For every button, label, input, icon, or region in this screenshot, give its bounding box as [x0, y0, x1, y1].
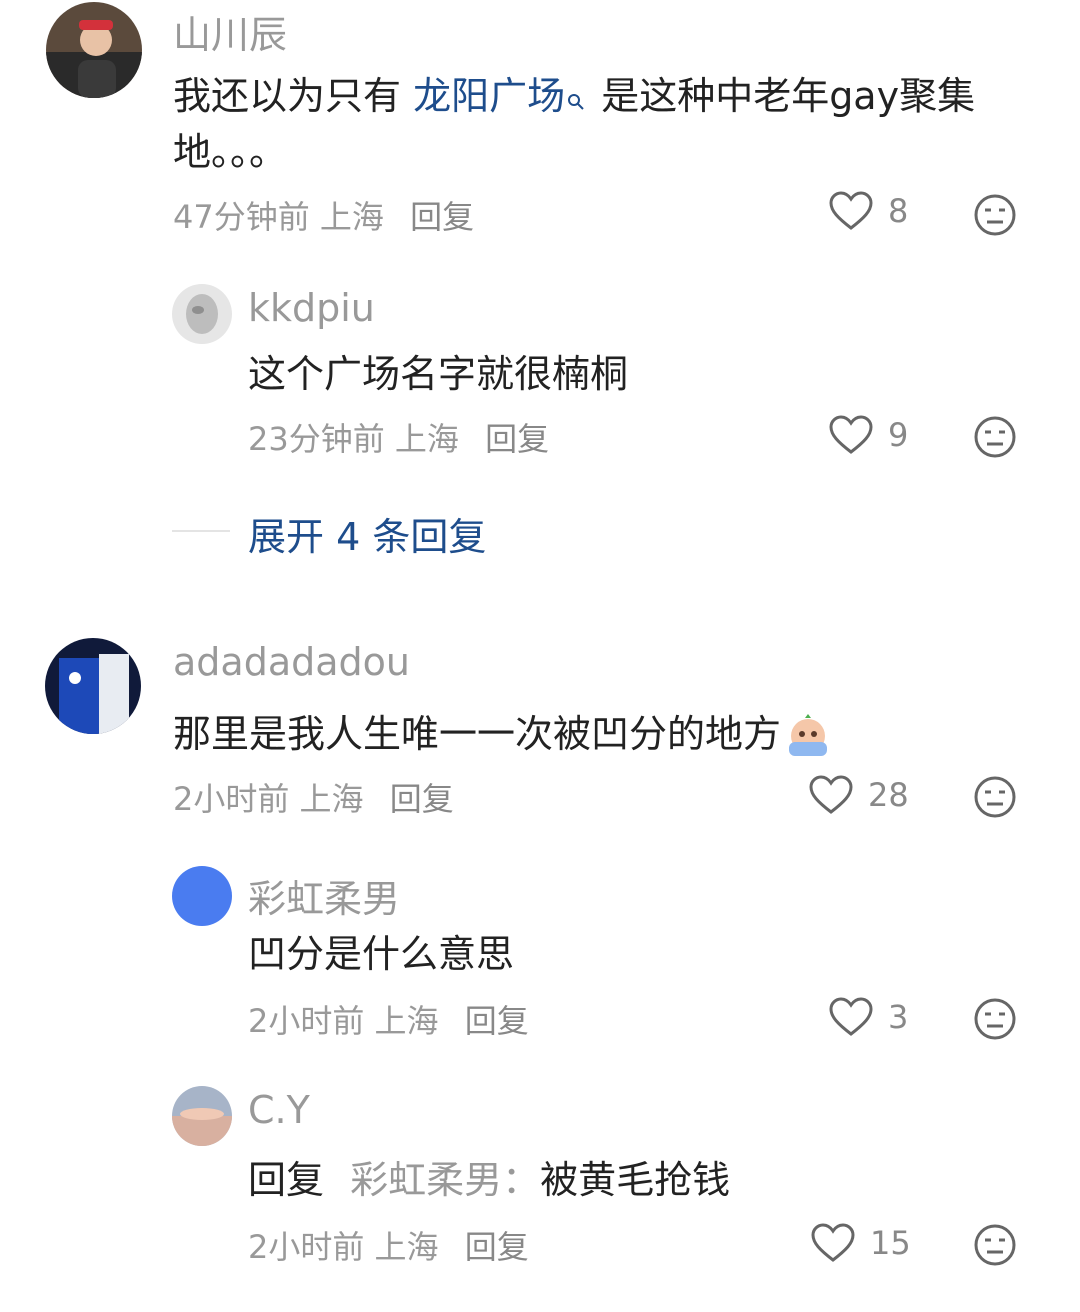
- like-button[interactable]: 9: [828, 414, 908, 456]
- crying-emoji-icon: [783, 713, 833, 760]
- comment-text-part: 我还以为只有: [173, 74, 414, 118]
- reply-button[interactable]: 回复: [390, 780, 454, 818]
- comment-username[interactable]: 彩虹柔男: [248, 868, 400, 923]
- like-count: 15: [870, 1224, 911, 1262]
- comment-time: 47分钟前: [173, 198, 310, 236]
- comment-text: 凹分是什么意思: [248, 932, 515, 976]
- comment-location: 上海: [374, 1002, 439, 1040]
- reply-to-username[interactable]: 彩虹柔男: [350, 1158, 502, 1202]
- dislike-icon[interactable]: [972, 996, 1018, 1042]
- like-count: 9: [888, 416, 909, 454]
- avatar[interactable]: [172, 284, 232, 344]
- comment-meta: 2小时前 上海 回复: [173, 774, 454, 820]
- comment-username[interactable]: C.Y: [248, 1088, 310, 1132]
- comment-location: 上海: [394, 420, 459, 458]
- comment-time: 2小时前: [248, 1002, 365, 1040]
- reply-prefix: 回复: [248, 1158, 325, 1202]
- avatar[interactable]: [172, 1086, 232, 1146]
- reply-button[interactable]: 回复: [410, 198, 474, 236]
- like-count: 8: [888, 192, 909, 230]
- avatar[interactable]: [45, 638, 141, 734]
- reply-button[interactable]: 回复: [465, 1002, 529, 1040]
- dislike-icon[interactable]: [972, 192, 1018, 238]
- comment-time: 23分钟前: [248, 420, 385, 458]
- comment-time: 2小时前: [173, 780, 290, 818]
- heart-icon: [809, 775, 853, 814]
- dislike-icon[interactable]: [972, 1222, 1018, 1268]
- comment-time: 2小时前: [248, 1228, 365, 1266]
- heart-icon: [829, 191, 873, 230]
- like-count: 28: [868, 776, 909, 814]
- comment-location: 上海: [374, 1228, 439, 1266]
- reply-colon: ：: [502, 1158, 541, 1202]
- avatar[interactable]: [46, 2, 142, 98]
- comment-username[interactable]: adadadadou: [173, 640, 410, 684]
- comment-text: 那里是我人生唯一一次被凹分的地方: [173, 706, 833, 762]
- comment-location: 上海: [319, 198, 384, 236]
- comment-meta: 2小时前 上海 回复: [248, 996, 529, 1042]
- like-button[interactable]: 3: [828, 996, 908, 1038]
- comment-meta: 47分钟前 上海 回复: [173, 192, 474, 238]
- avatar[interactable]: [172, 866, 232, 926]
- like-count: 3: [888, 998, 909, 1036]
- comment-text: 我还以为只有 龙阳广场 是这种中老年gay聚集地。。。: [173, 68, 1013, 180]
- reply-button[interactable]: 回复: [485, 420, 549, 458]
- like-button[interactable]: 15: [810, 1222, 911, 1264]
- search-link[interactable]: 龙阳广场: [413, 74, 565, 118]
- expand-replies-button[interactable]: 展开 4 条回复: [248, 506, 486, 561]
- heart-icon: [829, 997, 873, 1036]
- comment-username[interactable]: kkdpiu: [248, 286, 375, 330]
- comment-text: 这个广场名字就很楠桐: [248, 352, 629, 396]
- comment-text-part: 被黄毛抢钱: [540, 1158, 731, 1202]
- comment-text: 回复 彩虹柔男：被黄毛抢钱: [248, 1152, 730, 1208]
- comment-username[interactable]: 山川辰: [173, 4, 287, 59]
- like-button[interactable]: 8: [828, 190, 908, 232]
- comment-location: 上海: [299, 780, 364, 818]
- reply-button[interactable]: 回复: [465, 1228, 529, 1266]
- comment-text-part: 那里是我人生唯一一次被凹分的地方: [173, 712, 782, 756]
- comment-meta: 2小时前 上海 回复: [248, 1222, 529, 1268]
- search-icon[interactable]: [565, 74, 589, 110]
- heart-icon: [829, 415, 873, 454]
- like-button[interactable]: 28: [808, 774, 909, 816]
- heart-icon: [811, 1223, 855, 1262]
- divider: [172, 530, 230, 532]
- dislike-icon[interactable]: [972, 774, 1018, 820]
- comment-meta: 23分钟前 上海 回复: [248, 414, 549, 460]
- dislike-icon[interactable]: [972, 414, 1018, 460]
